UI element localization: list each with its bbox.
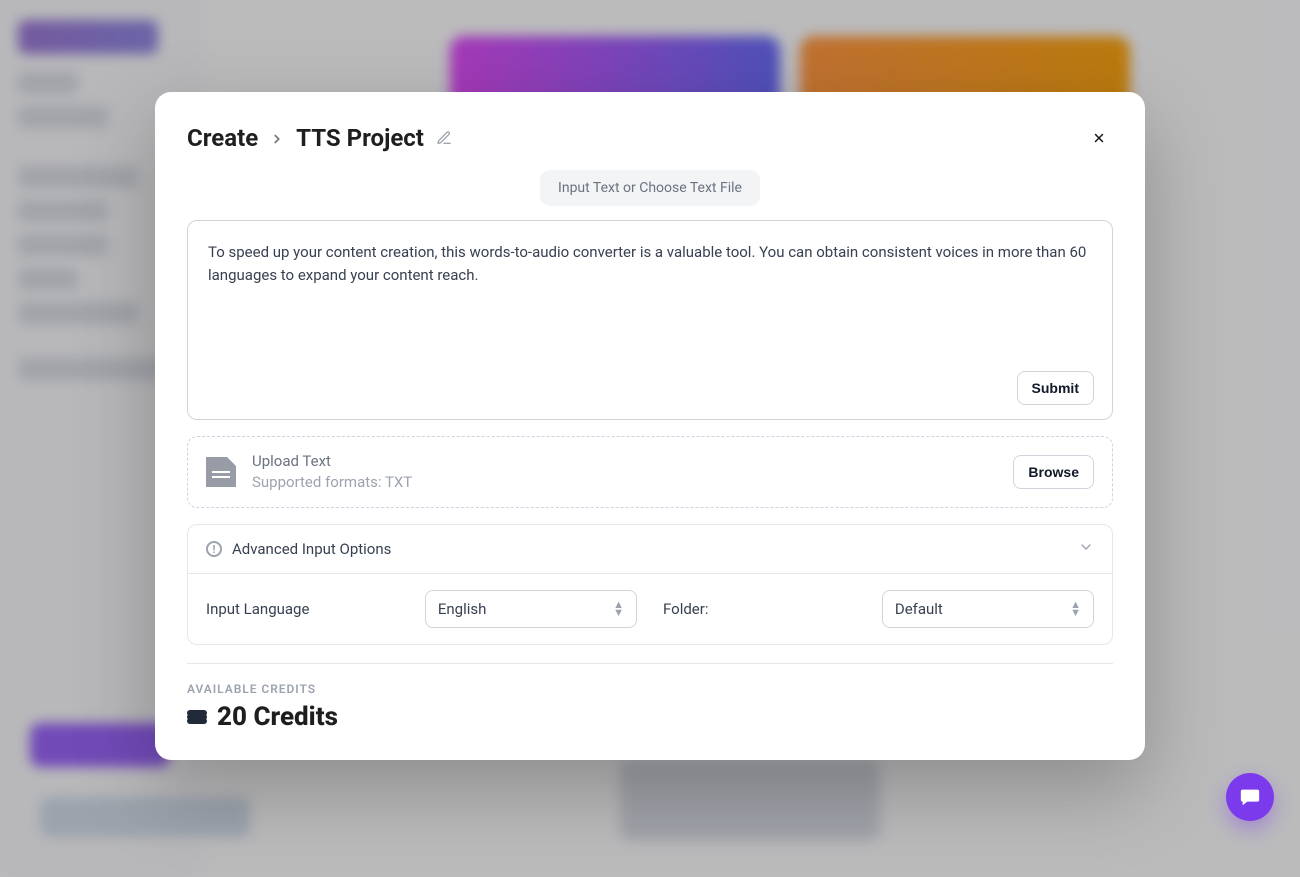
create-tts-project-modal: Create TTS Project Input Text or Choose … bbox=[155, 92, 1145, 760]
edit-icon[interactable] bbox=[436, 124, 452, 152]
browse-button[interactable]: Browse bbox=[1013, 455, 1094, 489]
select-caret-icon: ▲▼ bbox=[1070, 601, 1081, 617]
select-caret-icon: ▲▼ bbox=[613, 601, 624, 617]
advanced-options-panel: ! Advanced Input Options Input Language … bbox=[187, 524, 1113, 645]
credits-label: AVAILABLE CREDITS bbox=[187, 682, 1113, 696]
input-language-value: English bbox=[438, 600, 487, 618]
upload-subtitle: Supported formats: TXT bbox=[252, 472, 997, 493]
advanced-options-toggle[interactable]: ! Advanced Input Options bbox=[188, 525, 1112, 574]
info-icon: ! bbox=[206, 541, 222, 557]
input-mode-chip[interactable]: Input Text or Choose Text File bbox=[540, 170, 760, 206]
divider bbox=[187, 663, 1113, 664]
file-icon bbox=[206, 457, 236, 487]
folder-select[interactable]: Default ▲▼ bbox=[882, 590, 1094, 628]
upload-dropzone[interactable]: Upload Text Supported formats: TXT Brows… bbox=[187, 436, 1113, 508]
folder-value: Default bbox=[895, 600, 943, 618]
coins-icon bbox=[187, 710, 207, 724]
input-language-select[interactable]: English ▲▼ bbox=[425, 590, 637, 628]
credits-row: 20 Credits bbox=[187, 702, 1113, 732]
submit-button[interactable]: Submit bbox=[1017, 371, 1094, 405]
chevron-right-icon bbox=[270, 124, 284, 152]
advanced-options-title: Advanced Input Options bbox=[232, 540, 391, 558]
chat-fab[interactable] bbox=[1226, 773, 1274, 821]
breadcrumb-root[interactable]: Create bbox=[187, 124, 258, 152]
close-icon bbox=[1092, 131, 1106, 145]
breadcrumb-current: TTS Project bbox=[296, 124, 424, 152]
input-language-label: Input Language bbox=[206, 600, 399, 618]
close-button[interactable] bbox=[1085, 124, 1113, 152]
text-input[interactable] bbox=[206, 239, 1094, 359]
credits-value: 20 Credits bbox=[217, 702, 338, 732]
chevron-down-icon bbox=[1078, 539, 1094, 559]
breadcrumb: Create TTS Project bbox=[187, 124, 452, 152]
text-input-box: Submit bbox=[187, 220, 1113, 420]
chat-icon bbox=[1239, 786, 1261, 808]
folder-label: Folder: bbox=[663, 600, 856, 618]
upload-title: Upload Text bbox=[252, 451, 997, 472]
